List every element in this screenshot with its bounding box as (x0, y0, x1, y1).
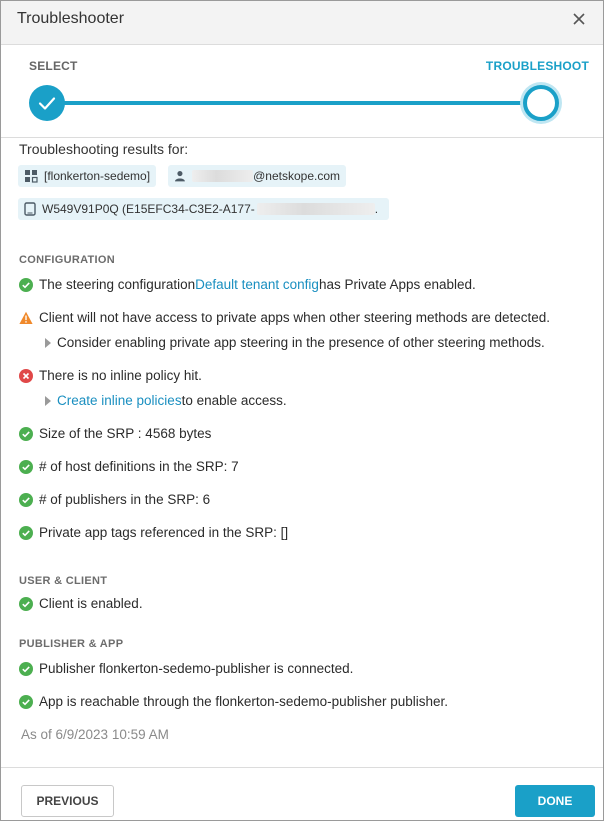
steering-text-post: has Private Apps enabled. (318, 277, 476, 292)
success-icon (19, 492, 33, 507)
inline-policy-error: There is no inline policy hit. (19, 368, 202, 383)
publishers-count-status: # of publishers in the SRP: 6 (19, 492, 210, 507)
previous-button[interactable]: PREVIOUS (21, 785, 114, 817)
close-icon[interactable] (567, 7, 591, 31)
app-tags-status: Private app tags referenced in the SRP: … (19, 525, 288, 540)
success-icon (19, 426, 33, 441)
troubleshooter-dialog: Troubleshooter SELECT TROUBLESHOOT Troub… (0, 0, 604, 821)
device-chip: W549V91P0Q (E15EFC34-C3E2-A177- . (18, 198, 389, 220)
redacted-device-id (256, 203, 375, 215)
steering-config-status: The steering configuration Default tenan… (19, 277, 476, 292)
success-icon (19, 459, 33, 474)
publisher-status: Publisher flonkerton-sedemo-publisher is… (19, 661, 353, 676)
results-heading: Troubleshooting results for: (19, 141, 189, 157)
create-inline-policies-link[interactable]: Create inline policies (57, 393, 182, 408)
app-tags-text: Private app tags referenced in the SRP: … (39, 525, 289, 540)
warning-hint[interactable]: Consider enabling private app steering i… (45, 335, 545, 350)
device-id-suffix: . (374, 202, 379, 216)
success-icon (19, 694, 33, 709)
error-icon (19, 368, 33, 383)
default-tenant-config-link[interactable]: Default tenant config (195, 277, 319, 292)
step-troubleshoot-current (523, 85, 559, 121)
success-icon (19, 596, 33, 611)
redacted-username (191, 170, 254, 182)
expand-triangle-icon[interactable] (45, 395, 51, 406)
publisher-app-section-title: PUBLISHER & APP (19, 638, 124, 650)
step-select-label: SELECT (29, 59, 78, 73)
user-icon (174, 170, 185, 182)
tenant-name: [flonkerton-sedemo] (44, 169, 151, 183)
error-text: There is no inline policy hit. (39, 368, 202, 383)
dialog-header: Troubleshooter (1, 1, 603, 45)
tenant-chip: [flonkerton-sedemo] (18, 165, 157, 187)
checkmark-icon (38, 97, 56, 110)
error-hint-post: to enable access. (181, 393, 287, 408)
app-reachability-status: App is reachable through the flonkerton-… (19, 694, 448, 709)
client-status-text: Client is enabled. (39, 596, 143, 611)
step-troubleshoot-label: TROUBLESHOOT (485, 59, 589, 73)
dialog-title: Troubleshooter (17, 10, 125, 27)
publisher-status-text: Publisher flonkerton-sedemo-publisher is… (39, 661, 354, 676)
stepper: SELECT TROUBLESHOOT (1, 46, 603, 138)
host-definitions-text: # of host definitions in the SRP: 7 (39, 459, 239, 474)
error-hint: Create inline policies to enable access. (45, 393, 287, 408)
user-client-section-title: USER & CLIENT (19, 575, 108, 587)
device-id: W549V91P0Q (E15EFC34-C3E2-A177- (42, 202, 255, 216)
warning-text: Client will not have access to private a… (39, 310, 551, 325)
tenant-icon (25, 170, 38, 183)
steering-warning: Client will not have access to private a… (19, 310, 550, 325)
srp-size-text: Size of the SRP : 4568 bytes (39, 426, 212, 441)
srp-size-status: Size of the SRP : 4568 bytes (19, 426, 211, 441)
client-status: Client is enabled. (19, 596, 143, 611)
expand-triangle-icon[interactable] (45, 337, 51, 348)
dialog-footer: PREVIOUS DONE (1, 767, 603, 821)
success-icon (19, 661, 33, 676)
warning-icon (19, 311, 33, 324)
success-icon (19, 277, 33, 292)
user-chip: @netskope.com (168, 165, 346, 187)
app-reachability-text: App is reachable through the flonkerton-… (39, 694, 449, 709)
device-icon (24, 202, 36, 216)
step-select-complete (29, 85, 65, 121)
stepper-progress-line (61, 101, 531, 105)
user-email-domain: @netskope.com (253, 169, 340, 183)
as-of-timestamp: As of 6/9/2023 10:59 AM (21, 727, 169, 742)
host-definitions-status: # of host definitions in the SRP: 7 (19, 459, 239, 474)
configuration-section-title: CONFIGURATION (19, 254, 115, 266)
warning-hint-text: Consider enabling private app steering i… (57, 335, 545, 350)
success-icon (19, 525, 33, 540)
steering-text-pre: The steering configuration (39, 277, 196, 292)
publishers-count-text: # of publishers in the SRP: 6 (39, 492, 211, 507)
done-button[interactable]: DONE (515, 785, 595, 817)
